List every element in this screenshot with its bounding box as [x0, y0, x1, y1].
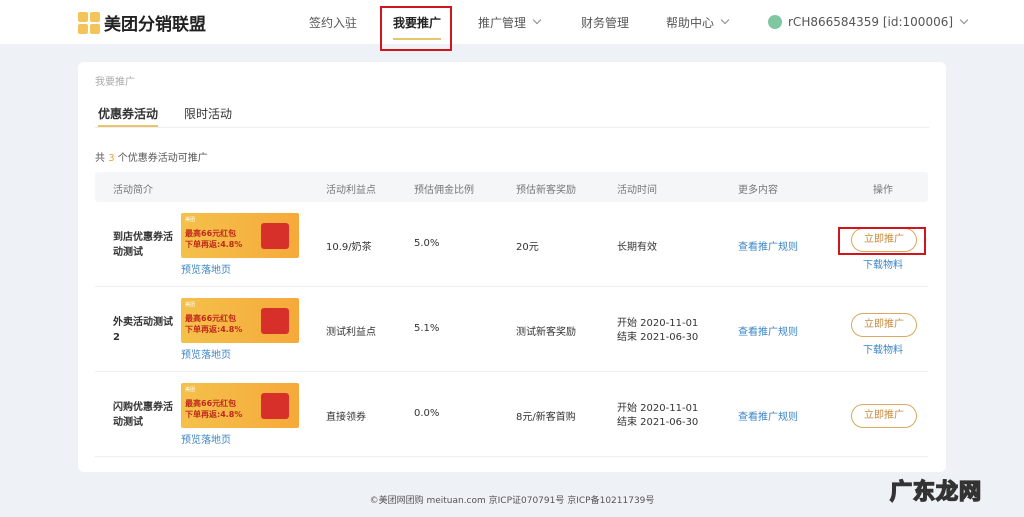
content-card: 我要推广 优惠券活动 限时活动 共 3 个优惠券活动可推广 活动简介 活动利益点…: [78, 62, 946, 472]
activity-name: 外卖活动测试2: [113, 317, 173, 343]
user-menu[interactable]: rCH866584359 [id:100006]: [768, 0, 969, 44]
col-header: 更多内容: [738, 185, 778, 196]
gift-icon: [261, 308, 289, 334]
breadcrumb: 我要推广: [95, 77, 135, 88]
benefit: 测试利益点: [326, 327, 376, 338]
tab-limited-activities[interactable]: 限时活动: [184, 105, 232, 122]
preview-landing-link[interactable]: 预览落地页: [181, 261, 231, 276]
nav-help-center[interactable]: 帮助中心: [666, 0, 730, 44]
chevron-down-icon: [720, 15, 730, 25]
username: rCH866584359 [id:100006]: [788, 15, 954, 29]
divider: [95, 127, 929, 128]
col-header: 活动简介: [113, 185, 153, 196]
download-materials-link[interactable]: 下载物料: [863, 256, 903, 271]
download-materials-link[interactable]: 下载物料: [863, 341, 903, 356]
activity-count: 共 3 个优惠券活动可推广: [95, 153, 208, 164]
highlight-box: [838, 227, 926, 255]
commission-ratio: 5.1%: [414, 323, 440, 334]
footer: ©美团网团购 meituan.com 京ICP证070791号 京ICP备102…: [369, 496, 655, 506]
col-header: 活动利益点: [326, 185, 376, 196]
activity-name: 闪购优惠券活动测试: [113, 402, 173, 428]
view-rules-link[interactable]: 查看推广规则: [738, 238, 798, 253]
new-customer-reward: 8元/新客首购: [516, 412, 576, 423]
new-customer-reward: 20元: [516, 242, 539, 253]
activity-banner[interactable]: 美团 最高66元红包 下单再返:4.8%: [181, 383, 299, 428]
preview-landing-link[interactable]: 预览落地页: [181, 431, 231, 446]
table-header: 活动简介 活动利益点 预估佣金比例 预估新客奖励 活动时间 更多内容 操作: [95, 172, 928, 202]
logo-icon: [78, 11, 100, 34]
top-header: 美团分销联盟 签约入驻 我要推广 推广管理 财务管理 帮助中心 rCH86658…: [0, 0, 1024, 44]
chevron-down-icon: [959, 15, 969, 25]
gift-icon: [261, 223, 289, 249]
view-rules-link[interactable]: 查看推广规则: [738, 408, 798, 423]
nav-label: 推广管理: [478, 15, 527, 30]
tab-coupon-activities[interactable]: 优惠券活动: [98, 105, 159, 127]
nav-label: 帮助中心: [666, 15, 715, 30]
view-rules-link[interactable]: 查看推广规则: [738, 323, 798, 338]
commission-ratio: 5.0%: [414, 238, 440, 249]
gift-icon: [261, 393, 289, 419]
highlight-box: [380, 6, 452, 51]
promote-now-button[interactable]: 立即推广: [851, 404, 917, 428]
tab-label: 优惠券活动: [98, 107, 159, 121]
table-row: 闪购优惠券活动测试 美团 最高66元红包 下单再返:4.8% 预览落地页 直接领券 …: [95, 372, 928, 457]
table-row: 外卖活动测试2 美团 最高66元红包 下单再返:4.8% 预览落地页 测试利益点 5…: [95, 287, 928, 372]
activity-banner[interactable]: 美团 最高66元红包 下单再返:4.8%: [181, 298, 299, 343]
table-row: 到店优惠券活动测试 美团 最高66元红包 下单再返:4.8% 预览落地页 10.9/…: [95, 202, 928, 287]
benefit: 直接领券: [326, 412, 366, 423]
benefit: 10.9/奶茶: [326, 242, 372, 253]
new-customer-reward: 测试新客奖励: [516, 327, 576, 338]
chevron-down-icon: [532, 15, 542, 25]
logo[interactable]: 美团分销联盟: [78, 10, 206, 35]
activity-name: 到店优惠券活动测试: [113, 232, 173, 258]
nav-finance[interactable]: 财务管理: [581, 0, 629, 44]
avatar: [768, 15, 782, 29]
col-header: 操作: [873, 185, 893, 196]
commission-ratio: 0.0%: [414, 408, 440, 419]
activity-time: 开始 2020-11-01 结束 2021-06-30: [617, 318, 699, 343]
col-header: 活动时间: [617, 185, 657, 196]
nav-promotion-management[interactable]: 推广管理: [478, 0, 542, 44]
nav-signup[interactable]: 签约入驻: [309, 0, 357, 44]
watermark: 广东龙网: [889, 479, 983, 506]
preview-landing-link[interactable]: 预览落地页: [181, 346, 231, 361]
promote-now-button[interactable]: 立即推广: [851, 313, 917, 337]
logo-text: 美团分销联盟: [104, 15, 206, 35]
activity-time: 开始 2020-11-01 结束 2021-06-30: [617, 403, 699, 428]
col-header: 预估佣金比例: [414, 185, 474, 196]
activity-time: 长期有效: [617, 242, 657, 253]
activity-banner[interactable]: 美团 最高66元红包 下单再返:4.8%: [181, 213, 299, 258]
col-header: 预估新客奖励: [516, 185, 576, 196]
